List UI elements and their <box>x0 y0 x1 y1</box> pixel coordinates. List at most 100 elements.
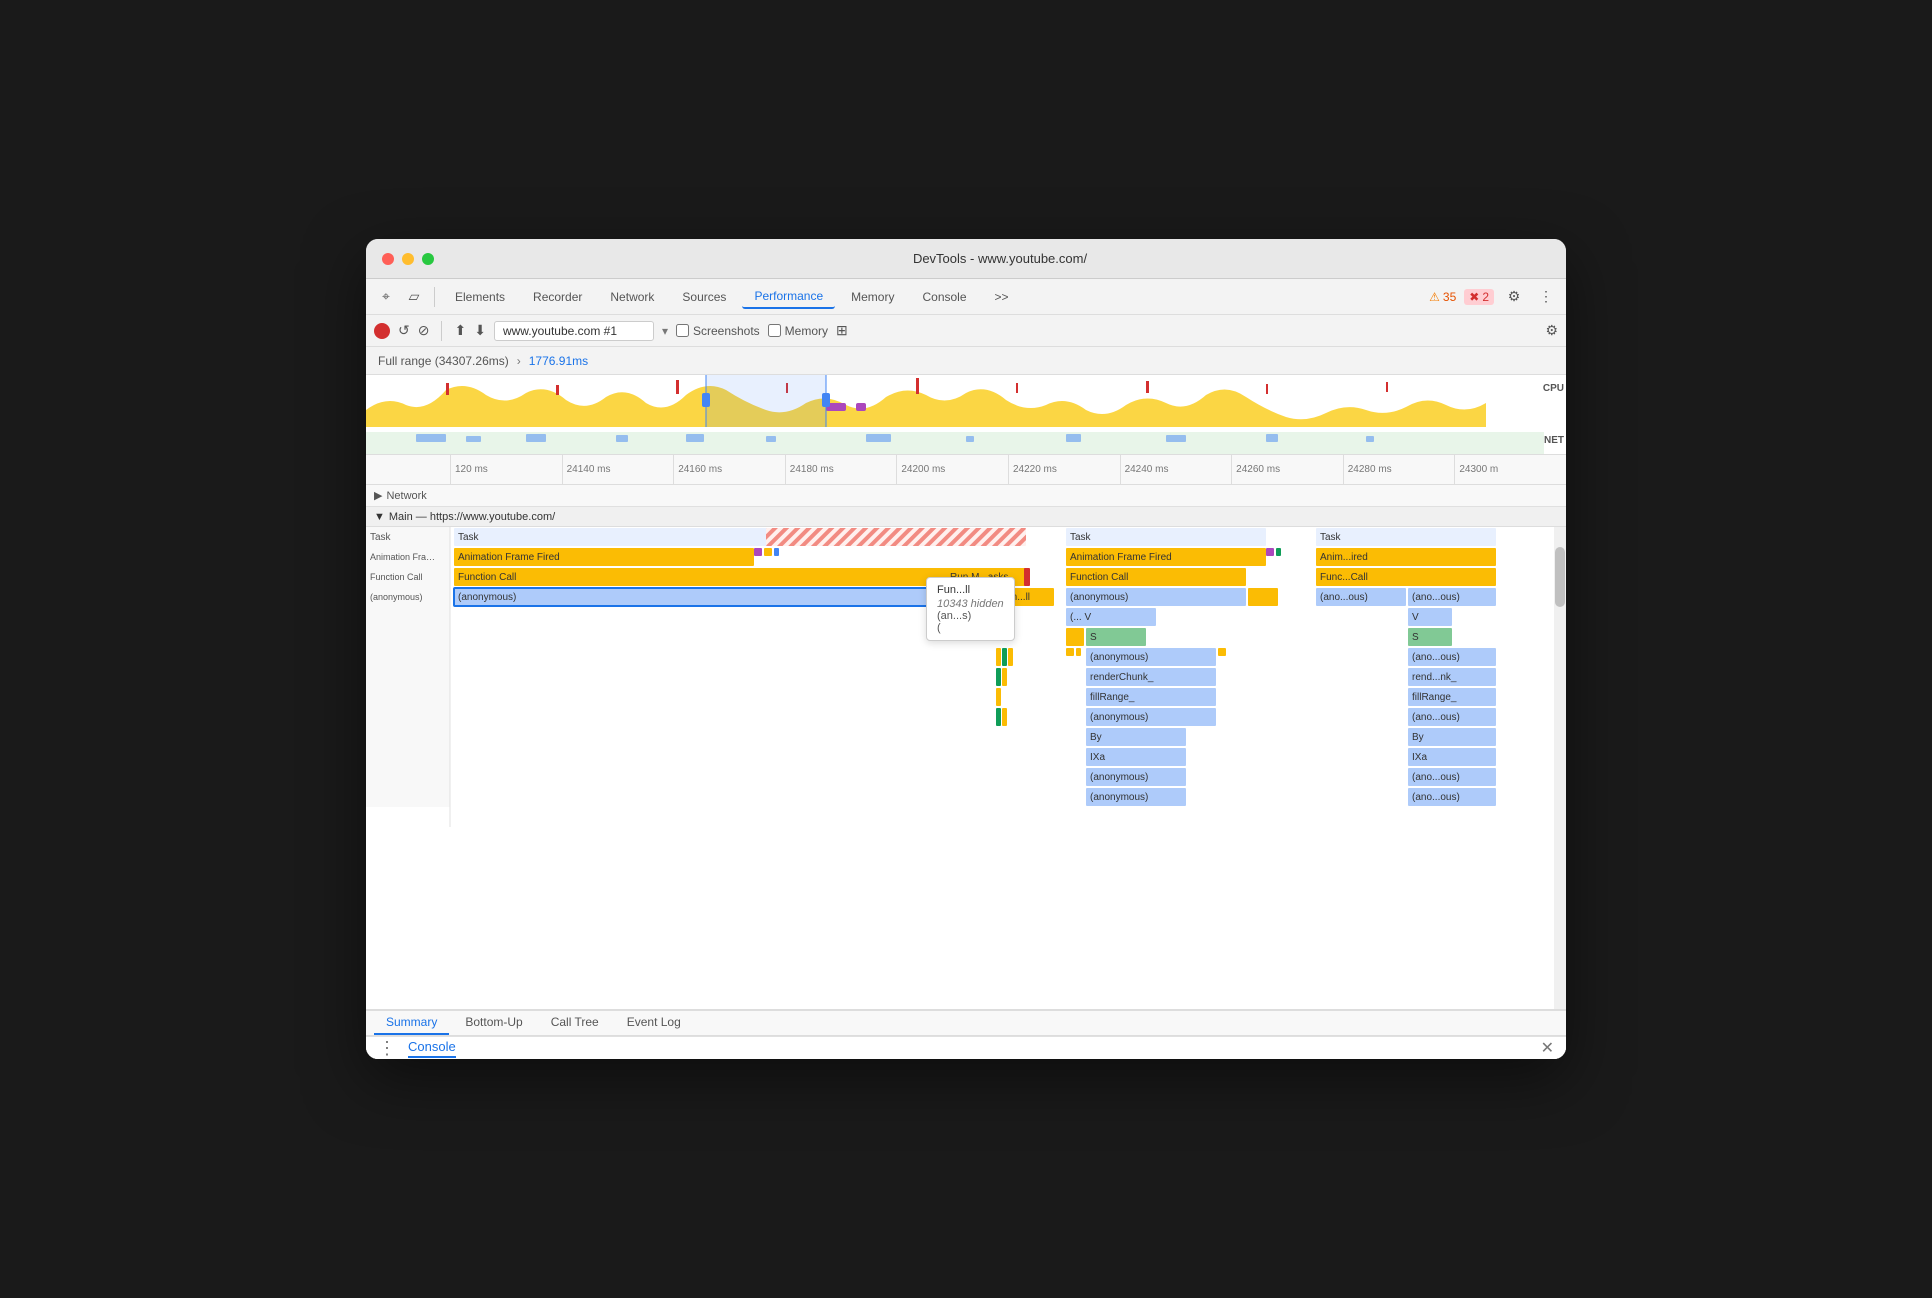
error-icon: ✖ <box>1469 290 1479 304</box>
close-button[interactable] <box>382 253 394 265</box>
device-icon[interactable]: ▱ <box>402 285 426 309</box>
selected-range: 1776.91ms <box>529 354 588 368</box>
svg-text:(anonymous): (anonymous) <box>1090 652 1148 663</box>
ruler-mark-0: 120 ms <box>450 455 562 485</box>
bottom-tabs: Summary Bottom-Up Call Tree Event Log <box>366 1011 1566 1036</box>
svg-text:IXa: IXa <box>1412 752 1427 763</box>
svg-text:rend...nk_: rend...nk_ <box>1412 672 1457 683</box>
svg-text:(ano...ous): (ano...ous) <box>1412 792 1460 803</box>
svg-text:(ano...ous): (ano...ous) <box>1412 652 1460 663</box>
svg-text:By: By <box>1412 732 1424 743</box>
ruler-mark-5: 24220 ms <box>1008 455 1120 485</box>
traffic-lights <box>382 253 434 265</box>
more-icon[interactable]: ⋮ <box>1534 285 1558 309</box>
flame-chart[interactable]: Task Task Task Task <box>366 527 1566 1009</box>
tab-network[interactable]: Network <box>598 286 666 308</box>
memory-checkbox-label[interactable]: Memory <box>768 324 828 338</box>
devtools-panel: ⌖ ▱ Elements Recorder Network Sources Pe… <box>366 279 1566 1059</box>
network-expand-icon[interactable]: ▶ <box>374 489 382 502</box>
screenshots-label: Screenshots <box>693 324 760 338</box>
perf-settings-icon[interactable]: ⚙ <box>1545 322 1558 339</box>
tab-memory[interactable]: Memory <box>839 286 906 308</box>
svg-text:By: By <box>1090 732 1102 743</box>
main-expand-icon[interactable]: ▼ <box>374 511 385 523</box>
ruler-mark-4: 24200 ms <box>896 455 1008 485</box>
perf-toolbar: ↺ ⊘ ⬆ ⬇ ▾ Screenshots Memory ⊞ ⚙ <box>366 315 1566 347</box>
overview-minimap[interactable]: CPU NET <box>366 375 1566 455</box>
svg-text:Task: Task <box>1320 532 1342 543</box>
svg-text:(anonymous): (anonymous) <box>1090 792 1148 803</box>
svg-text:(ano...ous): (ano...ous) <box>1412 592 1460 603</box>
window-title: DevTools - www.youtube.com/ <box>450 251 1550 266</box>
svg-text:Func...Call: Func...Call <box>1320 572 1368 583</box>
minimize-button[interactable] <box>402 253 414 265</box>
svg-text:(... V: (... V <box>1070 612 1091 623</box>
download-icon[interactable]: ⬇ <box>474 322 486 339</box>
console-dots-icon[interactable]: ⋮ <box>378 1038 396 1059</box>
tab-more[interactable]: >> <box>983 286 1021 308</box>
svg-text:Function Call: Function Call <box>1070 572 1128 583</box>
ruler-mark-8: 24280 ms <box>1343 455 1455 485</box>
tab-bottom-up[interactable]: Bottom-Up <box>453 1011 534 1035</box>
svg-text:(anonymous): (anonymous) <box>1070 592 1128 603</box>
screenshots-checkbox-label[interactable]: Screenshots <box>676 324 760 338</box>
maximize-button[interactable] <box>422 253 434 265</box>
svg-text:S: S <box>1090 632 1097 643</box>
main-thread-label: Main — https://www.youtube.com/ <box>389 511 555 523</box>
svg-text:Task: Task <box>370 532 392 543</box>
tab-summary[interactable]: Summary <box>374 1011 449 1035</box>
console-label[interactable]: Console <box>408 1039 456 1058</box>
svg-text:(ano...ous): (ano...ous) <box>1320 592 1368 603</box>
scrollbar-track[interactable] <box>1554 527 1566 1009</box>
ruler-mark-9: 24300 m <box>1454 455 1566 485</box>
svg-text:renderChunk_: renderChunk_ <box>1090 672 1154 683</box>
memory-checkbox[interactable] <box>768 324 781 337</box>
svg-text:(anonymous): (anonymous) <box>458 592 516 603</box>
record-button[interactable] <box>374 323 390 339</box>
sep2 <box>441 321 442 341</box>
separator <box>434 287 435 307</box>
console-row: ⋮ Console ✕ <box>366 1036 1566 1059</box>
svg-text:IXa: IXa <box>1090 752 1105 763</box>
toolbar-right: ⚠ 35 ✖ 2 ⚙ ⋮ <box>1429 285 1558 309</box>
error-badge: ✖ 2 <box>1464 289 1494 305</box>
title-bar: DevTools - www.youtube.com/ <box>366 239 1566 279</box>
reload-icon[interactable]: ↺ <box>398 322 410 339</box>
bottom-panel: Summary Bottom-Up Call Tree Event Log ⋮ … <box>366 1009 1566 1059</box>
ruler-marks: 120 ms 24140 ms 24160 ms 24180 ms 24200 … <box>450 455 1566 485</box>
settings-icon[interactable]: ⚙ <box>1502 285 1526 309</box>
dropdown-icon[interactable]: ▾ <box>662 324 668 338</box>
console-close-icon[interactable]: ✕ <box>1541 1038 1554 1058</box>
clear-icon[interactable]: ⊘ <box>418 322 430 339</box>
ruler-mark-2: 24160 ms <box>673 455 785 485</box>
scrollbar-thumb[interactable] <box>1555 547 1565 607</box>
url-input[interactable] <box>494 321 654 341</box>
svg-text:Anim...ired: Anim...ired <box>1320 552 1368 563</box>
ruler-mark-1: 24140 ms <box>562 455 674 485</box>
tab-performance[interactable]: Performance <box>742 285 835 309</box>
tab-call-tree[interactable]: Call Tree <box>539 1011 611 1035</box>
screenshots-checkbox[interactable] <box>676 324 689 337</box>
memory-label: Memory <box>785 324 828 338</box>
svg-text:Animation Frame Fired: Animation Frame Fired <box>1070 552 1172 563</box>
ruler-mark-3: 24180 ms <box>785 455 897 485</box>
svg-text:Task: Task <box>1070 532 1092 543</box>
tab-elements[interactable]: Elements <box>443 286 517 308</box>
network-label: Network <box>386 490 426 502</box>
capture-icon[interactable]: ⊞ <box>836 322 848 339</box>
warning-badge: ⚠ 35 <box>1429 290 1456 304</box>
tab-recorder[interactable]: Recorder <box>521 286 594 308</box>
pointer-icon[interactable]: ⌖ <box>374 285 398 309</box>
tab-event-log[interactable]: Event Log <box>615 1011 693 1035</box>
tab-console[interactable]: Console <box>910 286 978 308</box>
network-row: ▶ Network <box>366 485 1566 507</box>
main-thread-header: ▼ Main — https://www.youtube.com/ <box>366 507 1566 527</box>
upload-icon[interactable]: ⬆ <box>454 322 466 339</box>
svg-text:fillRange_: fillRange_ <box>1090 692 1135 703</box>
range-chevron: › <box>517 354 521 368</box>
svg-text:Fun...ll: Fun...ll <box>1000 592 1030 603</box>
warning-icon: ⚠ <box>1429 290 1440 304</box>
devtools-window: DevTools - www.youtube.com/ ⌖ ▱ Elements… <box>366 239 1566 1059</box>
tab-sources[interactable]: Sources <box>670 286 738 308</box>
svg-text:(ano...ous): (ano...ous) <box>1412 712 1460 723</box>
